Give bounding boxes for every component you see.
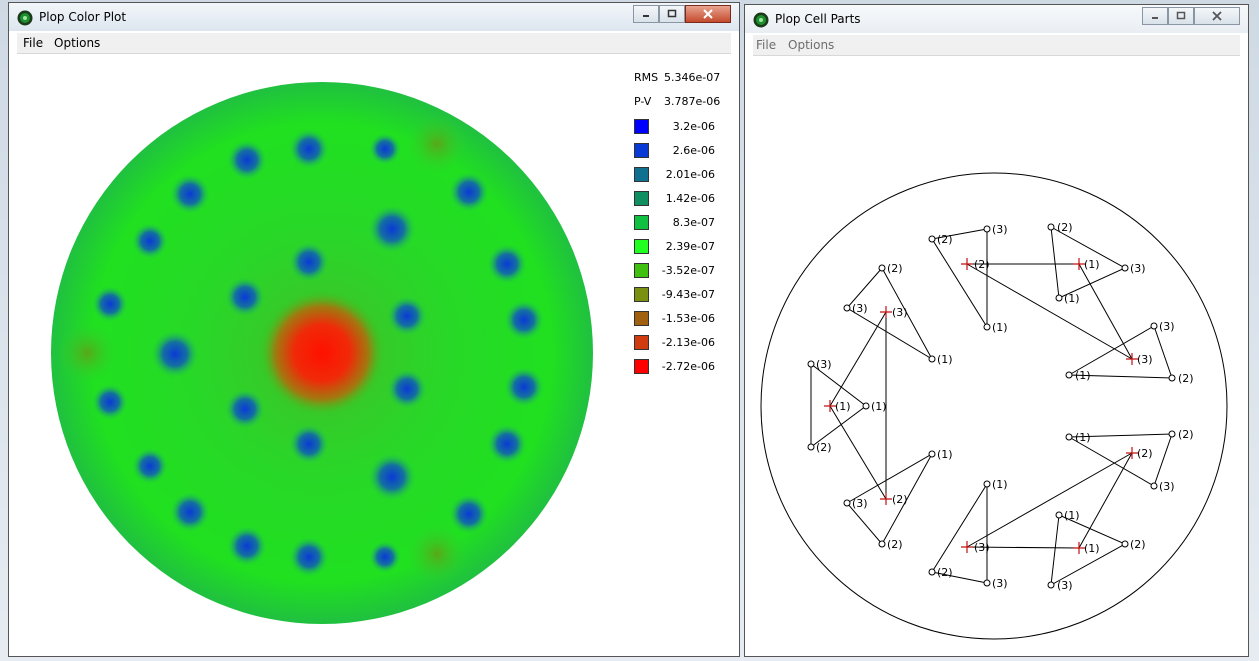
close-icon [703,9,713,19]
color-plot-titlebar[interactable]: Plop Color Plot [9,3,739,31]
plop-app-icon [753,12,769,28]
color-plot-window: Plop Color Plot File Options RMS 5.346e-… [8,2,740,657]
svg-text:(2): (2) [887,262,903,275]
legend-swatch [634,119,649,134]
svg-text:(1): (1) [835,400,851,413]
svg-text:(3): (3) [1159,320,1175,333]
svg-text:(3): (3) [852,497,868,510]
cell-parts-window: Plop Cell Parts File Options (2) (3) (1)… [744,4,1249,657]
svg-text:(2): (2) [1130,538,1146,551]
cell-parts-area: (2) (3) (1) (2) (2) (1) (3) (1) (3) (3) (1) (2)… [753,56,1240,648]
maximize-button[interactable] [1168,7,1194,25]
minimize-icon [1152,17,1158,19]
svg-text:(3): (3) [892,306,908,319]
svg-text:(3): (3) [852,302,868,315]
svg-text:(1): (1) [992,321,1008,334]
svg-text:(3): (3) [816,358,832,371]
legend-swatch [634,215,649,230]
legend-value: 8.3e-07 [672,216,715,229]
node-labels: (2) (3) (1) (2) (2) (1) (3) (1) (3) (3) (1) (2)… [816,221,1194,592]
plop-app-icon [17,10,33,26]
svg-text:(1): (1) [937,353,953,366]
minimize-button[interactable] [633,5,659,23]
legend-swatch [634,335,649,350]
svg-text:(3): (3) [992,223,1008,236]
stat-label: P-V [634,95,652,108]
surface-error-map [51,82,593,624]
menu-file[interactable]: File [756,38,776,52]
svg-text:(1): (1) [871,400,887,413]
minimize-icon [643,15,649,17]
svg-text:(2): (2) [1178,428,1194,441]
window-title: Plop Color Plot [39,10,127,24]
legend-value: 2.01e-06 [665,168,715,181]
svg-text:(2): (2) [816,441,832,454]
svg-text:(1): (1) [1075,431,1091,444]
svg-text:(1): (1) [1084,542,1100,555]
menu-file[interactable]: File [23,36,43,50]
svg-text:(3): (3) [1137,353,1153,366]
menu-bar: File Options [753,35,1240,56]
close-button[interactable] [685,5,731,23]
maximize-icon [667,9,677,18]
close-icon [1212,11,1222,21]
menu-options[interactable]: Options [788,38,834,52]
stat-row: P-V 3.787e-06 [634,95,720,108]
svg-text:(2): (2) [1057,221,1073,234]
stat-row: RMS 5.346e-07 [634,71,720,84]
svg-text:(3): (3) [1057,579,1073,592]
svg-text:(2): (2) [937,566,953,579]
maximize-icon [1176,11,1186,20]
close-button[interactable] [1194,7,1240,25]
cell-parts-titlebar[interactable]: Plop Cell Parts [745,5,1248,33]
legend-swatch [634,167,649,182]
svg-text:(1): (1) [937,448,953,461]
legend-swatch [634,263,649,278]
window-title: Plop Cell Parts [775,12,861,26]
legend-swatch [634,191,649,206]
menu-options[interactable]: Options [54,36,100,50]
svg-text:(2): (2) [887,538,903,551]
svg-text:(3): (3) [1130,262,1146,275]
stat-value: 3.787e-06 [664,95,721,108]
svg-text:(2): (2) [1137,447,1153,460]
svg-text:(2): (2) [1178,372,1194,385]
legend-value: -2.72e-06 [661,360,715,373]
menu-bar: File Options [17,33,731,54]
legend-swatch [634,143,649,158]
svg-text:(3): (3) [1159,480,1175,493]
legend-swatch [634,359,649,374]
legend-swatch [634,287,649,302]
legend-swatch [634,239,649,254]
legend-value: -2.13e-06 [661,336,715,349]
legend-value: -3.52e-07 [661,264,715,277]
legend-value: 3.2e-06 [672,120,715,133]
svg-text:(2): (2) [892,493,908,506]
stat-value: 5.346e-07 [664,71,721,84]
legend-value: 2.39e-07 [665,240,715,253]
center-peak [260,291,384,415]
legend-value: 1.42e-06 [665,192,715,205]
legend-value: -9.43e-07 [661,288,715,301]
svg-text:(3): (3) [992,577,1008,590]
legend-value: 2.6e-06 [672,144,715,157]
svg-text:(1): (1) [1064,292,1080,305]
svg-text:(1): (1) [992,478,1008,491]
svg-text:(3): (3) [974,541,990,554]
stat-label: RMS [634,71,659,84]
svg-text:(1): (1) [1084,258,1100,271]
svg-text:(2): (2) [937,233,953,246]
minimize-button[interactable] [1142,7,1168,25]
legend-swatch [634,311,649,326]
svg-text:(1): (1) [1064,509,1080,522]
cell-parts-diagram: (2) (3) (1) (2) (2) (1) (3) (1) (3) (3) (1) (2)… [760,172,1228,640]
color-plot-area: RMS 5.346e-07 P-V 3.787e-06 3.2e-06 2.6e-06 2… [17,54,731,648]
svg-text:(2): (2) [974,258,990,271]
maximize-button[interactable] [659,5,685,23]
legend-value: -1.53e-06 [661,312,715,325]
svg-text:(1): (1) [1075,369,1091,382]
